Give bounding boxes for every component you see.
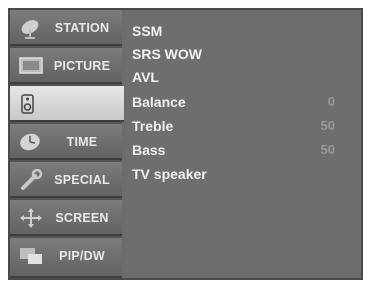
menu-item-tv-speaker[interactable]: TV speaker — [132, 163, 347, 185]
sidebar-item-station[interactable]: STATION — [10, 10, 122, 46]
menu-item-ssm[interactable]: SSM — [132, 20, 347, 42]
sidebar-item-screen[interactable]: SCREEN — [10, 200, 122, 236]
tv-screen-icon — [18, 55, 44, 77]
menu-item-bass[interactable]: Bass 50 — [132, 139, 347, 161]
sidebar-item-pip-dw[interactable]: PIP/DW — [10, 238, 122, 278]
menu-item-srs-wow[interactable]: SRS WOW — [132, 43, 347, 65]
sidebar-item-label: SPECIAL — [54, 173, 110, 187]
menu-item-avl[interactable]: AVL — [132, 66, 347, 88]
menu-item-label: Balance — [132, 94, 186, 110]
sidebar-item-label: TIME — [66, 135, 98, 149]
sidebar-item-special[interactable]: SPECIAL — [10, 162, 122, 198]
sidebar-item-label: SCREEN — [55, 211, 109, 225]
category-sidebar: STATION PICTURE TIME SPECIAL SCREEN PIP/… — [10, 10, 124, 278]
menu-item-label: Treble — [132, 118, 174, 134]
menu-item-label: Bass — [132, 142, 166, 158]
menu-item-label: SRS WOW — [132, 46, 202, 62]
menu-item-label: SSM — [132, 23, 163, 39]
sidebar-item-label: PIP/DW — [59, 249, 105, 263]
sidebar-item-picture[interactable]: PICTURE — [10, 48, 122, 84]
pip-windows-icon — [18, 245, 44, 267]
tv-osd-menu: STATION PICTURE TIME SPECIAL SCREEN PIP/… — [8, 8, 363, 280]
treble-value: 50 — [320, 118, 335, 133]
sidebar-item-time[interactable]: TIME — [10, 124, 122, 160]
clock-icon — [18, 131, 44, 153]
bass-value: 50 — [320, 142, 335, 157]
menu-item-balance[interactable]: Balance 0 — [132, 91, 347, 113]
speaker-icon — [18, 93, 44, 115]
balance-value: 0 — [327, 94, 335, 109]
audio-settings-panel: SSM SRS WOW AVL Balance 0 Treble 50 Bass… — [126, 10, 361, 278]
move-arrows-icon — [18, 207, 44, 229]
sidebar-item-label: STATION — [54, 21, 110, 35]
menu-item-treble[interactable]: Treble 50 — [132, 115, 347, 137]
satellite-dish-icon — [18, 17, 44, 39]
menu-item-label: AVL — [132, 69, 159, 85]
menu-item-label: TV speaker — [132, 166, 207, 182]
sidebar-item-label: PICTURE — [53, 59, 111, 73]
wrench-icon — [18, 168, 44, 191]
sidebar-item-audio[interactable] — [10, 86, 124, 122]
